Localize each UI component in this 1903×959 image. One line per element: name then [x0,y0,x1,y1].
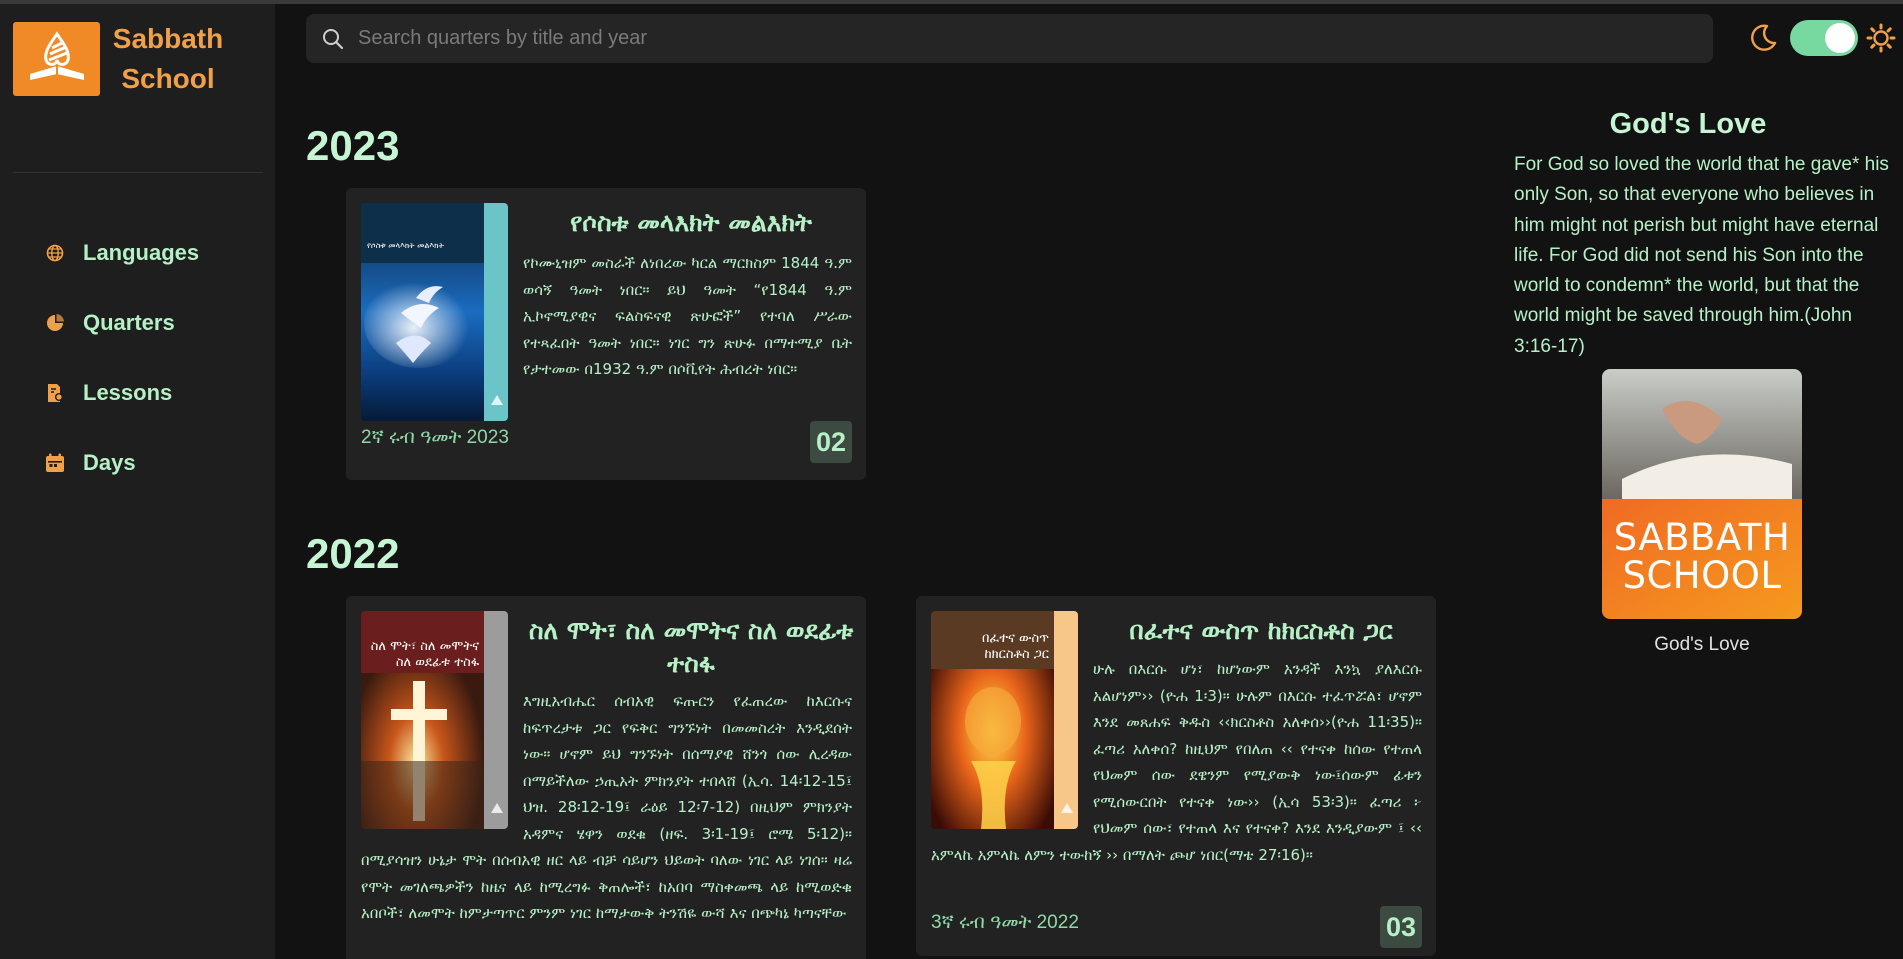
pie-icon [44,312,66,334]
globe-icon [44,242,66,264]
sabbath-school-promo-image[interactable]: SABBATH SCHOOL [1602,369,1802,619]
cover-float-spacer [361,688,523,832]
toggle-knob [1825,23,1855,53]
calendar-icon [44,452,66,474]
brand-name: Sabbath School [112,19,224,99]
brand[interactable]: Sabbath School [13,19,224,99]
quarter-card[interactable]: ስለ ሞት፣ ስለ መሞትና ስለ ወደፊቱ ተስፋ ስለ ሞት፣ ስለ መሞት… [346,596,866,959]
theme-switcher [1748,20,1896,56]
quarter-description-wrap: ሁሉ በእርሱ ሆነ፣ ከሆነውም አንዳች እንኳ ያለእርሱ አልሆነም››… [931,656,1422,886]
search-input[interactable] [358,18,1713,59]
quarter-description-wrap: እግዚአብሔር ሰብአዊ ፍጡርን የፈጠረው ከእርሱና ከፍጥረታቱ ጋር … [361,688,852,959]
cover-float-spacer [931,656,1093,830]
search-bar [306,14,1713,63]
brand-line2: School [121,63,215,94]
quarter-title: ስለ ሞት፣ ስለ መሞትና ስለ ወደፊቱ ተስፋ [528,616,854,678]
sidebar-item-label: Days [83,450,136,475]
moon-icon [1751,24,1777,51]
cover-title: ስለ ሞት፣ ስለ መሞትና ስለ ወደፊቱ ተስፋ [370,639,479,670]
lesson-icon [44,382,66,404]
quarter-label: 3ኛ ሩብ ዓመት 2022 [931,912,1079,933]
dark-mode-toggle[interactable] [1790,20,1858,56]
sun-icon [1866,23,1896,53]
verse-text: For God so loved the world that he gave*… [1514,154,1889,357]
sidebar: Sabbath School Languages Quarters Lesson… [0,4,275,959]
adventist-logo-icon [13,22,100,96]
sidebar-item-label: Lessons [83,380,173,405]
brand-line1: Sabbath [112,23,224,54]
quarter-title: የሶስቱ መላእክት መልእክት [570,208,812,237]
quarter-card[interactable]: በፈተና ውስጥ ከክርስቶስ ጋር በፈተና ውስጥ ከክርስቶስ ጋር ሁሉ… [916,596,1436,956]
window-top-border [0,0,1903,4]
sidebar-item-label: Quarters [83,310,175,335]
sidebar-item-label: Languages [83,240,200,265]
quarter-label: 2ኛ ሩብ ዓመት 2023 [361,427,509,448]
quarter-title: በፈተና ውስጥ ከክርስቶስ ጋር [1129,616,1393,645]
quarter-card[interactable]: የሶስቱ መላእክት መልእክት የሶስቱ መላእክት መልእክት የኮሙኒዝም… [346,188,866,480]
quarter-description: የኮሙኒዝም መስራች ለነበረው ካርል ማርክስም 1844 ዓ.ም ወሳኝ… [523,254,852,378]
promo-line2: SCHOOL [1622,554,1782,597]
quarter-number-badge: 02 [810,421,852,463]
promo-image-text: SABBATH SCHOOL [1602,519,1802,595]
search-icon [323,28,344,49]
sidebar-divider [13,172,263,173]
quarter-cover-image: የሶስቱ መላእክት መልእክት [361,203,508,421]
year-heading-2023: 2023 [306,122,400,169]
sidebar-nav: Languages Quarters Lessons Days [0,218,275,498]
verse-title: God's Love [1609,108,1767,140]
sidebar-item-lessons[interactable]: Lessons [0,358,275,428]
quarter-number-badge: 03 [1380,906,1422,948]
year-heading-2022: 2022 [306,530,400,577]
promo-line1: SABBATH [1613,516,1791,559]
sidebar-item-days[interactable]: Days [0,428,275,498]
sidebar-item-quarters[interactable]: Quarters [0,288,275,358]
sidebar-item-languages[interactable]: Languages [0,218,275,288]
cover-title: የሶስቱ መላእክት መልእክት [367,241,444,250]
promo-caption: God's Love [1654,634,1750,655]
